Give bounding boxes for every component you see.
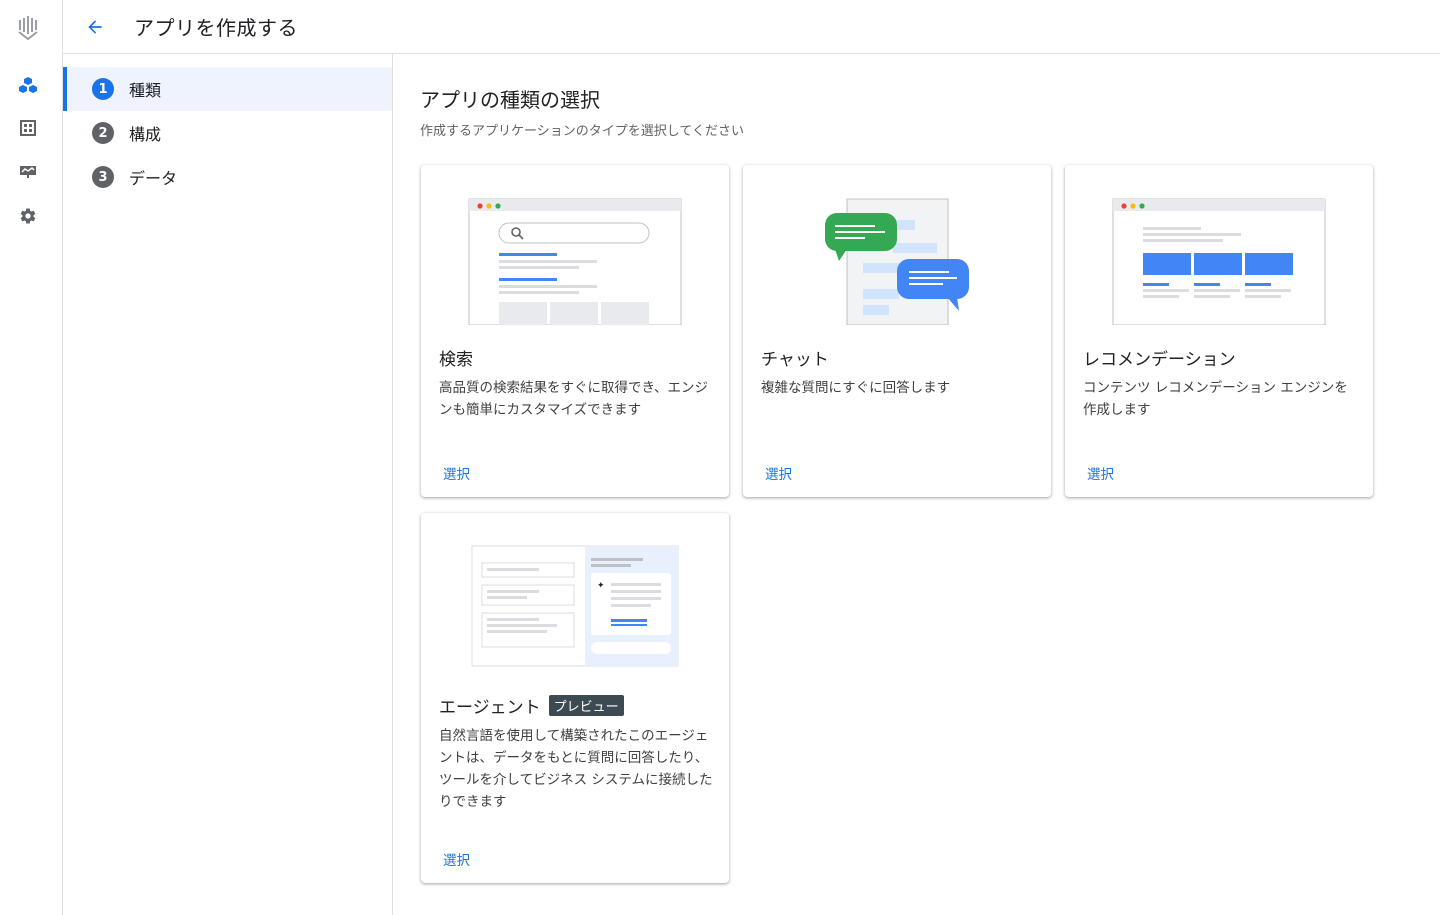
app-type-card-search[interactable]: 検索 高品質の検索結果をすぐに取得でき、エンジンも簡単にカスタマイズできます 選…: [421, 165, 729, 497]
monitor-icon[interactable]: [14, 158, 42, 186]
select-button[interactable]: 選択: [439, 459, 474, 487]
step-data[interactable]: 3 データ: [63, 155, 392, 199]
card-title: レコメンデーション: [1083, 350, 1236, 370]
settings-icon[interactable]: [14, 202, 42, 230]
step-number: 3: [92, 166, 114, 188]
stepper-panel: 1 種類 2 構成 3 データ: [63, 54, 393, 915]
chat-illustration: [825, 198, 969, 325]
step-label: 構成: [129, 125, 162, 144]
page-header-title: アプリを作成する: [134, 16, 298, 40]
step-number: 2: [92, 122, 114, 144]
search-illustration: [468, 198, 682, 325]
preview-badge: プレビュー: [548, 695, 624, 716]
card-title: チャット: [761, 350, 829, 370]
section-subtitle: 作成するアプリケーションのタイプを選択してください: [420, 124, 744, 139]
select-button[interactable]: 選択: [1083, 459, 1118, 487]
card-description: コンテンツ レコメンデーション エンジンを作成します: [1083, 380, 1348, 418]
select-button[interactable]: 選択: [439, 845, 474, 873]
app-type-card-agent[interactable]: ✦ エージェント プレビュー 自然言語を使用して構築されたこのエージェントは、デ…: [421, 513, 729, 883]
step-number: 1: [92, 78, 114, 100]
agent-illustration: ✦: [471, 545, 679, 667]
apps-icon[interactable]: [14, 72, 42, 100]
svg-text:✦: ✦: [597, 581, 605, 591]
section-title: アプリの種類の選択: [420, 88, 600, 112]
step-config[interactable]: 2 構成: [63, 111, 392, 155]
card-description: 自然言語を使用して構築されたこのエージェントは、データをもとに質問に回答したり、…: [439, 728, 713, 810]
card-title: 検索: [439, 350, 473, 370]
step-type[interactable]: 1 種類: [63, 67, 392, 111]
recommendation-illustration: [1112, 198, 1326, 325]
card-description: 複雑な質問にすぐに回答します: [761, 380, 951, 396]
app-type-card-recommendation[interactable]: レコメンデーション コンテンツ レコメンデーション エンジンを作成します 選択: [1065, 165, 1373, 497]
top-header: アプリを作成する: [63, 0, 1440, 54]
card-description: 高品質の検索結果をすぐに取得でき、エンジンも簡単にカスタマイズできます: [439, 380, 709, 418]
step-label: 種類: [129, 81, 162, 100]
card-title: エージェント プレビュー: [439, 693, 624, 718]
main-content: アプリの種類の選択 作成するアプリケーションのタイプを選択してください 検索 高…: [393, 54, 1440, 915]
step-label: データ: [129, 169, 178, 188]
product-logo-icon: [18, 16, 38, 41]
back-arrow-icon[interactable]: [81, 13, 109, 41]
nav-rail: [0, 0, 63, 915]
select-button[interactable]: 選択: [761, 459, 796, 487]
app-type-card-chat[interactable]: チャット 複雑な質問にすぐに回答します 選択: [743, 165, 1051, 497]
dashboard-icon[interactable]: [14, 114, 42, 142]
card-title-text: エージェント: [439, 698, 541, 718]
